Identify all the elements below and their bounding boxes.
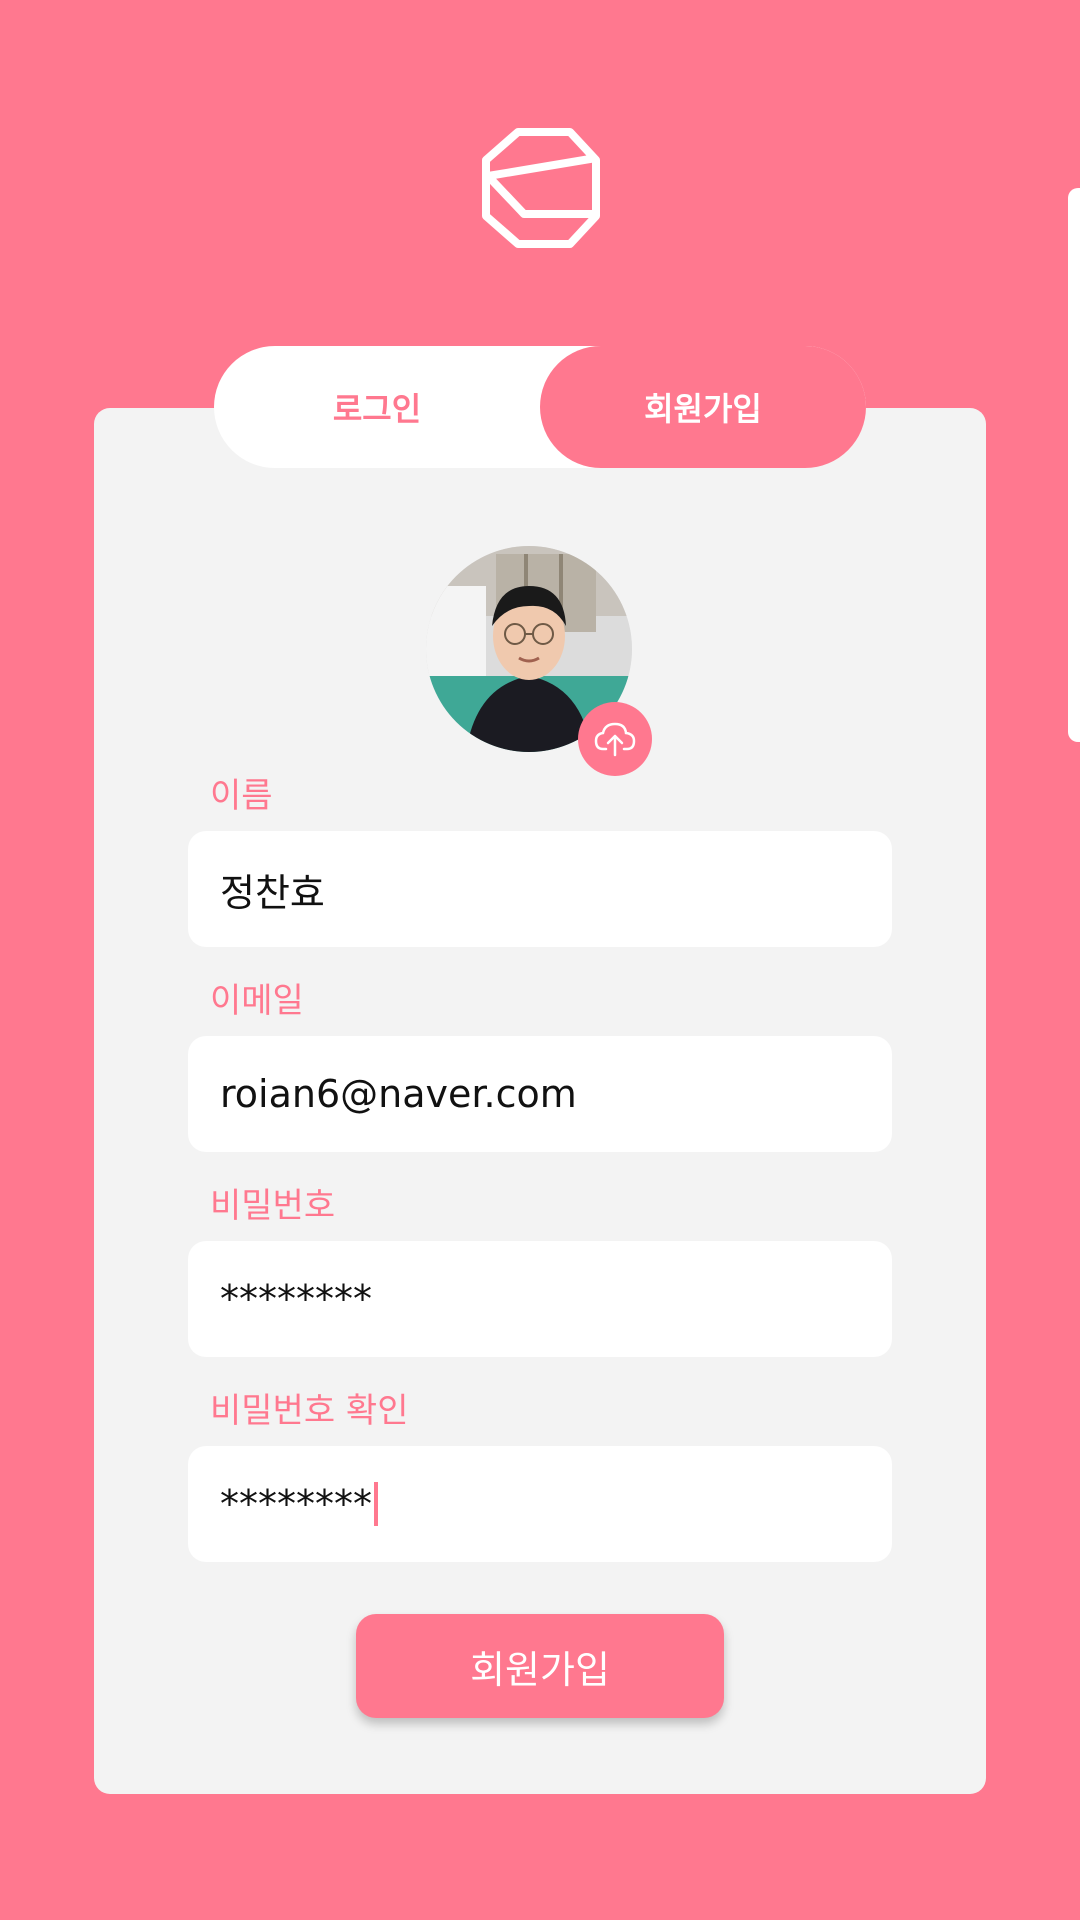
hexagon-logo-icon (482, 128, 600, 248)
password-value: ******** (220, 1277, 372, 1321)
password-label: 비밀번호 (210, 1186, 336, 1226)
password-confirm-label: 비밀번호 확인 (210, 1391, 409, 1431)
name-label: 이름 (210, 776, 273, 816)
text-cursor (374, 1482, 378, 1526)
tab-login[interactable]: 로그인 (214, 346, 540, 468)
profile-avatar-group (426, 546, 652, 776)
email-value: roian6@naver.com (220, 1072, 577, 1116)
tab-signup[interactable]: 회원가입 (540, 346, 866, 468)
side-panel-edge (1068, 188, 1080, 742)
auth-tabs: 로그인 회원가입 (214, 346, 866, 468)
cloud-upload-icon (594, 722, 636, 757)
email-label: 이메일 (210, 981, 304, 1021)
name-value: 정찬효 (220, 870, 325, 915)
upload-photo-button[interactable] (578, 702, 652, 776)
name-field[interactable]: 정찬효 (188, 831, 892, 947)
password-field[interactable]: ******** (188, 1241, 892, 1357)
password-confirm-value: ******** (220, 1482, 372, 1526)
email-field[interactable]: roian6@naver.com (188, 1036, 892, 1152)
password-confirm-field[interactable]: ******** (188, 1446, 892, 1562)
signup-submit-button[interactable]: 회원가입 (356, 1614, 724, 1718)
